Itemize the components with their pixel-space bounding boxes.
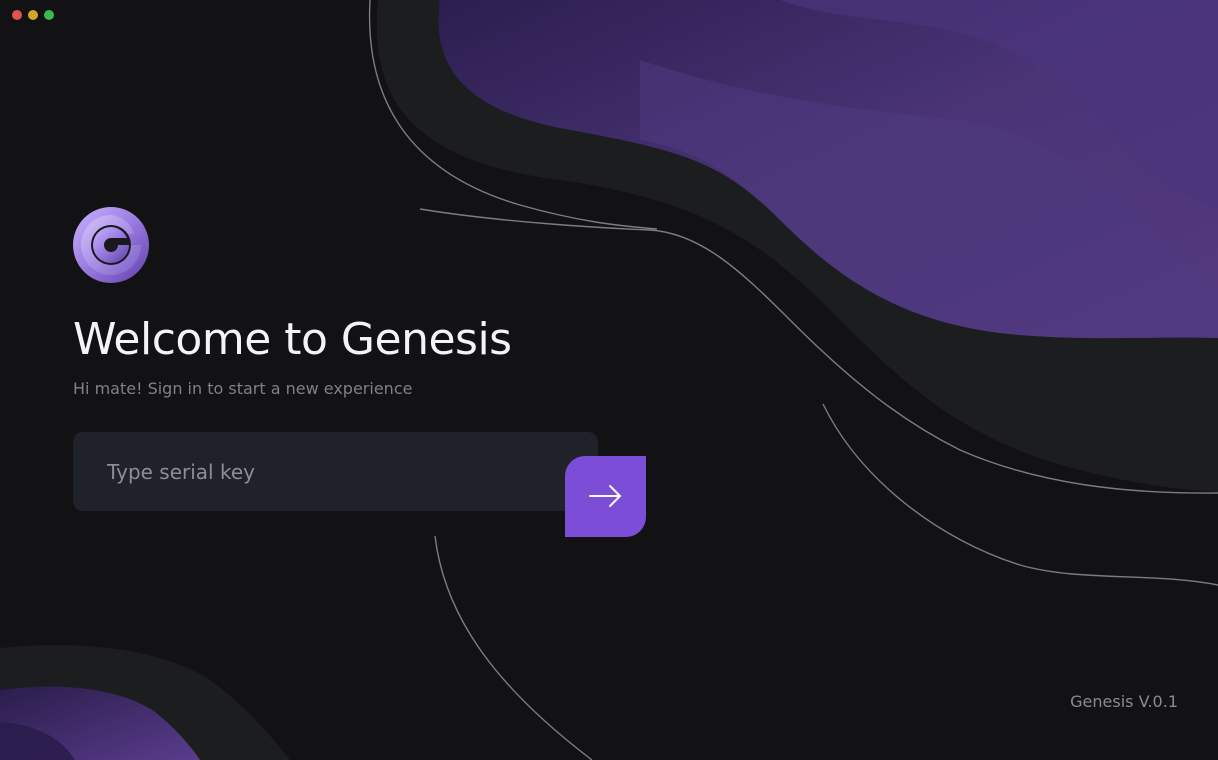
serial-key-field	[73, 432, 598, 511]
page-title: Welcome to Genesis	[73, 314, 512, 365]
minimize-window-button[interactable]	[28, 10, 38, 20]
zoom-window-button[interactable]	[44, 10, 54, 20]
serial-key-input[interactable]	[107, 432, 547, 511]
version-label: Genesis V.0.1	[1070, 692, 1178, 711]
close-window-button[interactable]	[12, 10, 22, 20]
app-window: Welcome to Genesis Hi mate! Sign in to s…	[0, 0, 1218, 760]
curve-line-4	[434, 535, 593, 760]
genesis-logo-icon	[73, 207, 149, 283]
arrow-right-icon	[589, 485, 621, 507]
submit-serial-button[interactable]	[565, 456, 646, 537]
window-controls	[12, 10, 54, 20]
page-subtitle: Hi mate! Sign in to start a new experien…	[73, 379, 413, 398]
